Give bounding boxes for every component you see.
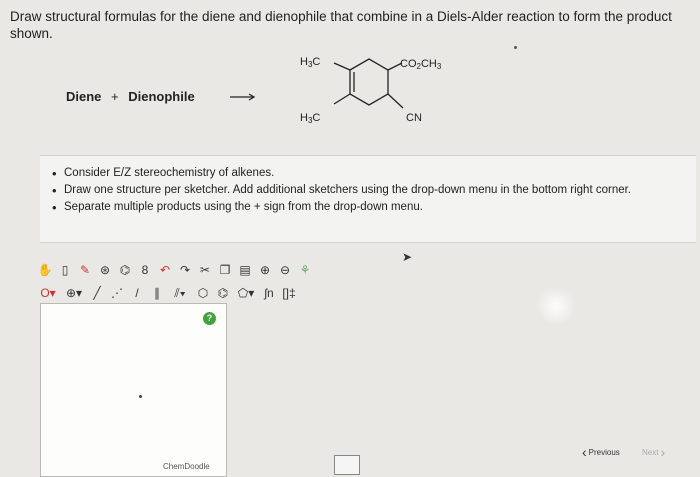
substituent-methyl-bottom: H3C — [300, 112, 321, 125]
previous-button[interactable]: ‹ Previous — [582, 444, 620, 460]
sketcher-canvas[interactable]: ? ChemDoodle — [40, 303, 227, 477]
chevron-right-icon: › — [660, 444, 666, 460]
sketcher-toolbar-top: ✋ ▯ ✎ ⊛ ⌬ 8 ↶ ↷ ✂ ❐ ▤ ⊕ ⊖ ⚘ — [37, 260, 313, 280]
hand-icon[interactable]: ✋ — [37, 262, 53, 278]
canvas-dot — [139, 395, 142, 398]
substituent-nitrile: CN — [406, 112, 422, 124]
copy-icon[interactable]: ❐ — [217, 262, 233, 278]
stray-dot — [514, 46, 517, 49]
help-icon[interactable]: ? — [203, 312, 216, 325]
atom-oxygen-dropdown[interactable]: O▾ — [37, 285, 59, 301]
instruction-item: Separate multiple products using the + s… — [52, 200, 696, 215]
double-bond-icon[interactable]: ∥ — [149, 285, 165, 301]
reaction-equation: Diene + Dienophile — [66, 89, 195, 104]
add-sketcher-dropdown[interactable] — [334, 455, 360, 475]
instruction-item: Consider E/Z stereochemistry of alkenes. — [52, 166, 696, 181]
question-text: Draw structural formulas for the diene a… — [10, 9, 672, 41]
mouse-cursor-icon: ➤ — [402, 250, 413, 264]
cyclohexane-icon[interactable]: ⬡ — [195, 285, 211, 301]
instruction-item: Draw one structure per sketcher. Add add… — [52, 183, 696, 198]
lasso-icon[interactable]: ⊛ — [97, 262, 113, 278]
sketcher-toolbar-bottom: O▾ ⊕▾ ╱ ⋰ / ∥ ⫽▾ ⬡ ⌬ ⬠▾ ʃn []‡ — [37, 283, 297, 303]
clean-icon[interactable]: ⚘ — [297, 262, 313, 278]
charge-dropdown[interactable]: ⊕▾ — [63, 285, 85, 301]
clear-icon[interactable]: ✂ — [197, 262, 213, 278]
zoom-out-icon[interactable]: ⊖ — [277, 262, 293, 278]
chemdoodle-brand: ChemDoodle — [163, 462, 210, 471]
substituent-methyl-top: H3C — [300, 56, 321, 69]
paste-icon[interactable]: ▤ — [237, 262, 253, 278]
zoom-in-icon[interactable]: ⊕ — [257, 262, 273, 278]
undo-icon[interactable]: ↶ — [157, 262, 173, 278]
instructions-panel: Consider E/Z stereochemistry of alkenes.… — [40, 155, 696, 243]
next-label: Next — [642, 447, 659, 457]
previous-label: Previous — [588, 447, 620, 457]
triple-bond-dropdown[interactable]: ⫽▾ — [169, 285, 191, 301]
eraser-icon[interactable]: ▯ — [57, 262, 73, 278]
ring-template-icon[interactable]: ⌬ — [117, 262, 133, 278]
benzene-icon[interactable]: ⌬ — [215, 285, 231, 301]
redo-icon[interactable]: ↷ — [177, 262, 193, 278]
next-button[interactable]: Next › — [642, 444, 665, 460]
pencil-icon[interactable]: ✎ — [77, 262, 93, 278]
dienophile-label: Dienophile — [128, 89, 195, 104]
reaction-arrow-icon — [230, 93, 256, 101]
bracket-icon[interactable]: []‡ — [281, 285, 297, 301]
lone-pair-icon[interactable]: ʃn — [261, 285, 277, 301]
single-bond-icon[interactable]: ╱ — [89, 285, 105, 301]
plus-sign: + — [111, 89, 119, 104]
screen-glare — [536, 286, 576, 326]
substituent-ester: CO2CH3 — [400, 58, 442, 71]
product-structure: H3C H3C CO2CH3 CN — [290, 52, 470, 132]
ring-dropdown[interactable]: ⬠▾ — [235, 285, 257, 301]
bold-bond-icon[interactable]: / — [129, 285, 145, 301]
shift-icon[interactable]: 8 — [137, 262, 153, 278]
chevron-left-icon: ‹ — [582, 444, 587, 460]
diene-label: Diene — [66, 89, 102, 104]
wedge-bond-icon[interactable]: ⋰ — [109, 285, 125, 301]
